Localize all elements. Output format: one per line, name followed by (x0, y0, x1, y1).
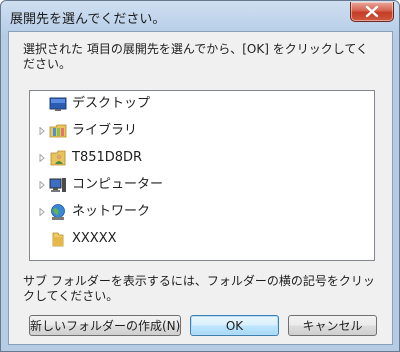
expand-arrow-icon[interactable] (38, 154, 46, 162)
expand-arrow-icon[interactable] (38, 181, 46, 189)
user-folder-icon (50, 150, 66, 166)
expand-arrow-icon[interactable] (38, 127, 46, 135)
folder-tree[interactable]: デスクトップ ライブラリ T851D8DR コンピューター ネットワーク XXX… (29, 90, 375, 261)
folder-icon (52, 232, 64, 247)
new-folder-button[interactable]: 新しいフォルダーの作成(N) (29, 315, 181, 336)
close-icon (365, 5, 379, 18)
dialog-body: 選択された 項目の展開先を選んでから、[OK] をクリックしてください。 デスク… (8, 31, 393, 345)
tree-item-computer[interactable]: コンピューター (38, 174, 198, 196)
expand-arrow-icon[interactable] (38, 208, 46, 216)
tree-item-user[interactable]: T851D8DR (38, 147, 198, 169)
ok-button[interactable]: OK (190, 315, 279, 336)
window-title: 展開先を選んでください。 (10, 12, 166, 27)
instruction-text: 選択された 項目の展開先を選んでから、[OK] をクリックしてください。 (23, 42, 368, 71)
cancel-button[interactable]: キャンセル (288, 315, 377, 336)
tree-item-label: デスクトップ (72, 96, 151, 111)
library-icon (49, 124, 67, 138)
tree-item-label: ネットワーク (72, 204, 151, 219)
desktop-icon (49, 97, 67, 111)
computer-icon (49, 178, 66, 192)
tree-item-label: T851D8DR (72, 150, 143, 165)
tree-item-xxxxx[interactable]: XXXXX (38, 228, 198, 250)
extract-destination-dialog: 展開先を選んでください。 選択された 項目の展開先を選んでから、[OK] をクリ… (0, 0, 400, 352)
tree-item-network[interactable]: ネットワーク (38, 201, 198, 223)
tree-item-label: コンピューター (72, 177, 164, 192)
close-button[interactable] (350, 2, 394, 22)
tree-item-label: XXXXX (72, 231, 117, 246)
subfolder-hint-text: サブ フォルダーを表示するには、フォルダーの横の記号をクリックしてください。 (23, 274, 375, 303)
tree-item-desktop[interactable]: デスクトップ (38, 93, 198, 115)
tree-item-library[interactable]: ライブラリ (38, 120, 198, 142)
network-icon (51, 204, 65, 220)
tree-item-label: ライブラリ (72, 123, 138, 138)
